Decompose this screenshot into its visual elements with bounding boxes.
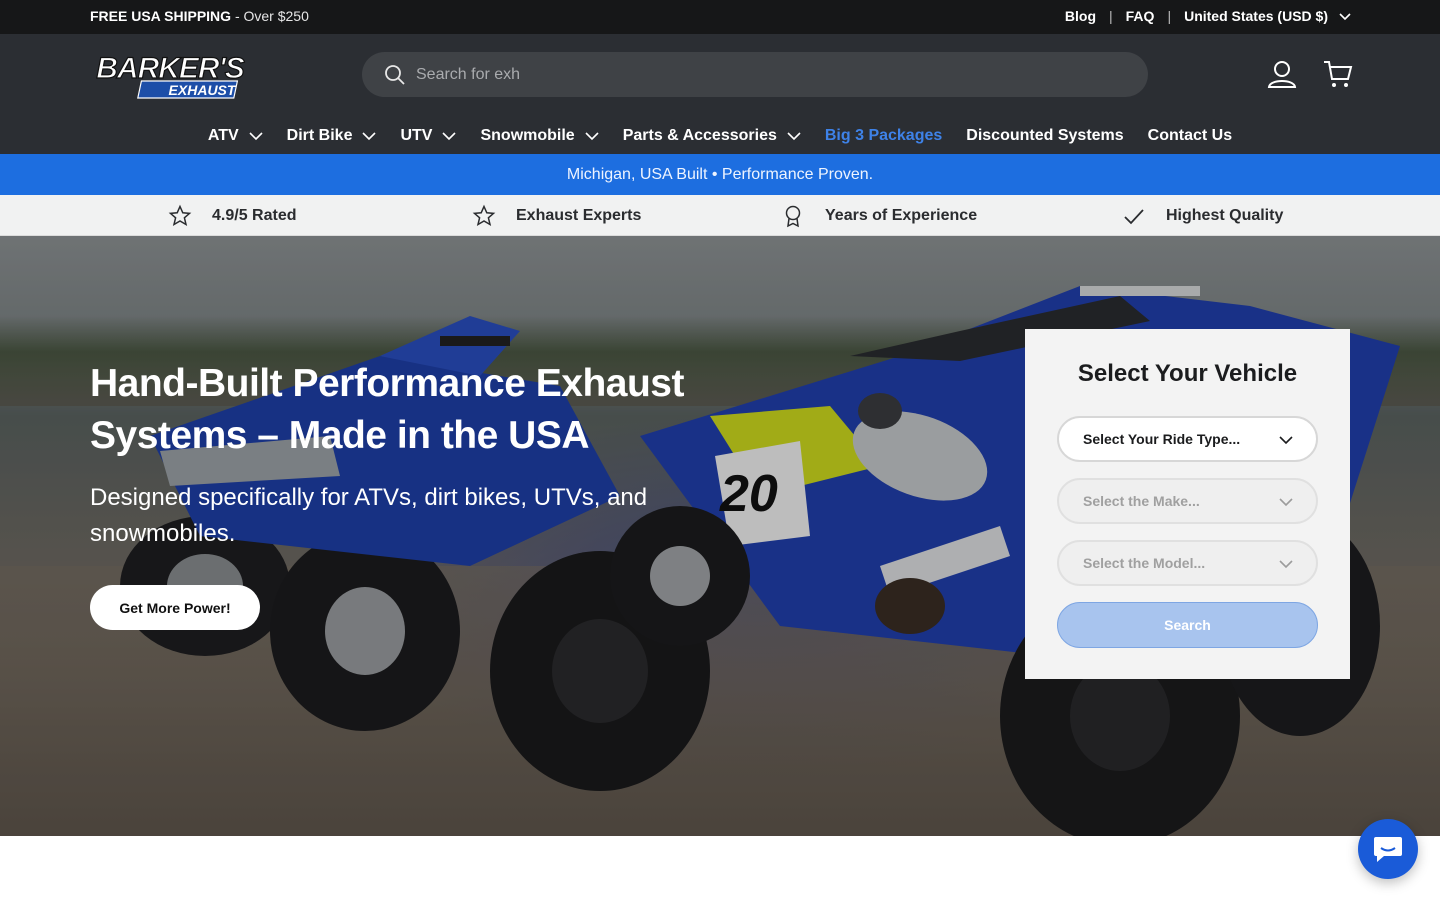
blog-link[interactable]: Blog bbox=[1065, 8, 1096, 24]
ride-type-select[interactable]: Select Your Ride Type... bbox=[1057, 416, 1318, 462]
make-select[interactable]: Select the Make... bbox=[1057, 478, 1318, 524]
trust-item-quality: Highest Quality bbox=[1122, 204, 1283, 228]
announcement-bar: FREE USA SHIPPING - Over $250 Blog | FAQ… bbox=[0, 0, 1440, 34]
make-value: Select the Make... bbox=[1083, 493, 1200, 509]
vehicle-search-button[interactable]: Search bbox=[1057, 602, 1318, 648]
hero-subheading: Designed specifically for ATVs, dirt bik… bbox=[90, 484, 648, 547]
free-shipping-notice: FREE USA SHIPPING - Over $250 bbox=[90, 8, 309, 24]
user-icon[interactable] bbox=[1266, 58, 1298, 90]
region-selector[interactable]: United States (USD $) bbox=[1184, 8, 1328, 24]
search-input[interactable] bbox=[416, 52, 1116, 97]
site-header: BARKER'S EXHAUST ATV Dirt Bike UTV Snowm… bbox=[0, 34, 1440, 154]
cart-icon[interactable] bbox=[1322, 58, 1354, 90]
nav-item-parts-accessories[interactable]: Parts & Accessories bbox=[623, 127, 801, 145]
chevron-down-icon bbox=[442, 132, 457, 141]
trust-label: Exhaust Experts bbox=[516, 207, 642, 224]
star-icon bbox=[168, 204, 192, 227]
chevron-down-icon bbox=[362, 132, 377, 141]
shipping-rest: - Over $250 bbox=[231, 8, 309, 24]
nav-item-utv[interactable]: UTV bbox=[400, 127, 457, 145]
check-icon bbox=[1124, 209, 1144, 225]
trust-label: 4.9/5 Rated bbox=[212, 207, 297, 224]
trust-label: Years of Experience bbox=[825, 207, 978, 224]
chevron-down-icon bbox=[787, 132, 801, 141]
chat-icon bbox=[1374, 837, 1402, 862]
chat-button[interactable] bbox=[1358, 819, 1418, 879]
trust-label: Highest Quality bbox=[1166, 207, 1284, 224]
utility-links: Blog | FAQ | United States (USD $) bbox=[1065, 8, 1352, 24]
divider: | bbox=[1109, 8, 1113, 24]
trust-bar: 4.9/5 Rated Exhaust Experts Years of Exp… bbox=[0, 195, 1440, 236]
nav-item-snowmobile[interactable]: Snowmobile bbox=[480, 127, 599, 145]
chevron-down-icon[interactable] bbox=[1338, 9, 1352, 23]
nav-item-atv[interactable]: ATV bbox=[208, 127, 263, 145]
trust-item-experts: Exhaust Experts bbox=[472, 204, 641, 228]
nav-item-contact-us[interactable]: Contact Us bbox=[1148, 127, 1232, 145]
nav-item-big-3-packages[interactable]: Big 3 Packages bbox=[825, 127, 942, 145]
award-icon bbox=[785, 205, 801, 228]
chevron-down-icon bbox=[1279, 498, 1293, 507]
main-nav: ATV Dirt Bike UTV Snowmobile Parts & Acc… bbox=[0, 122, 1440, 150]
hero-heading: Hand-Built Performance Exhaust Systems –… bbox=[90, 362, 684, 457]
chevron-down-icon bbox=[1279, 560, 1293, 569]
nav-item-discounted-systems[interactable]: Discounted Systems bbox=[966, 127, 1123, 145]
vehicle-selector-title: Select Your Vehicle bbox=[1077, 360, 1298, 387]
shipping-bold: FREE USA SHIPPING bbox=[90, 8, 232, 24]
vehicle-selector: Select Your Vehicle Select Your Ride Typ… bbox=[1025, 329, 1350, 679]
star-icon bbox=[472, 204, 496, 227]
model-select[interactable]: Select the Model... bbox=[1057, 540, 1318, 586]
faq-link[interactable]: FAQ bbox=[1126, 8, 1155, 24]
search-icon bbox=[385, 65, 405, 85]
trust-item-rating: 4.9/5 Rated bbox=[168, 204, 296, 228]
promo-banner: Michigan, USA Built • Performance Proven… bbox=[0, 154, 1440, 195]
chevron-down-icon bbox=[1279, 436, 1293, 445]
chevron-down-icon bbox=[249, 132, 263, 141]
trust-item-experience: Years of Experience bbox=[781, 204, 977, 228]
search-bar[interactable] bbox=[362, 52, 1148, 97]
chevron-down-icon bbox=[585, 132, 599, 141]
nav-item-dirt-bike[interactable]: Dirt Bike bbox=[287, 127, 377, 145]
promo-banner-text: Michigan, USA Built • Performance Proven… bbox=[566, 165, 874, 183]
svg-text:EXHAUST: EXHAUST bbox=[169, 82, 237, 98]
barkers-exhaust-logo[interactable]: BARKER'S EXHAUST bbox=[90, 50, 250, 100]
svg-text:BARKER'S: BARKER'S bbox=[96, 52, 244, 85]
get-more-power-button[interactable]: Get More Power! bbox=[90, 585, 260, 630]
divider: | bbox=[1167, 8, 1172, 24]
model-value: Select the Model... bbox=[1083, 555, 1206, 571]
ride-type-value: Select Your Ride Type... bbox=[1083, 431, 1241, 447]
